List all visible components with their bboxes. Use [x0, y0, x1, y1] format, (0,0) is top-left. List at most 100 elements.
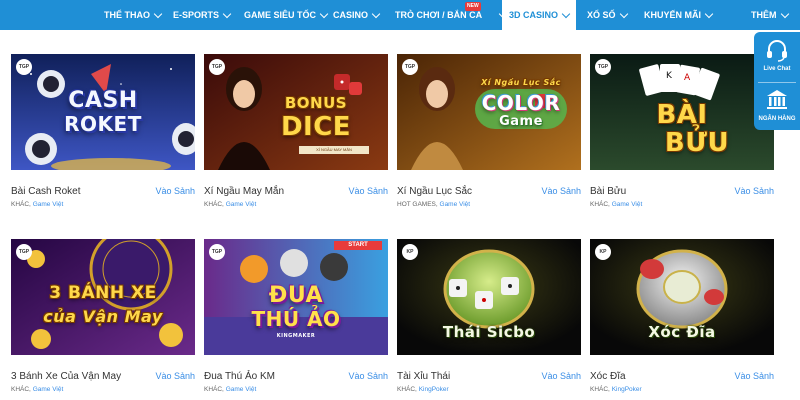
- enter-lobby-link[interactable]: Vào Sảnh: [541, 371, 581, 381]
- game-meta: KHÁC, Game Việt: [11, 201, 63, 208]
- provider-badge: KP: [595, 244, 611, 260]
- main-nav: THỂ THAO E-SPORTS GAME SIÊU TỐC CASINO T…: [0, 0, 800, 30]
- nav-label: THỂ THAO: [104, 10, 150, 20]
- provider-badge: TGP: [595, 59, 611, 75]
- nav-item-them[interactable]: THÊM: [751, 0, 789, 30]
- nav-item-tro-choi-ban-ca[interactable]: TRÒ CHƠI / BẮN CÁ NEW: [395, 0, 508, 30]
- game-meta: KHÁC, Game Việt: [590, 201, 642, 208]
- live-chat-label: Live Chat: [763, 66, 791, 72]
- art-title: BONUS: [284, 94, 348, 112]
- game-meta: KHÁC, Game Việt: [204, 386, 256, 393]
- game-meta: HOT GAMES, Game Việt: [397, 201, 470, 208]
- game-category: KHÁC,: [590, 201, 610, 208]
- game-thumbnail[interactable]: KP Xóc Đĩa: [590, 239, 774, 355]
- chevron-down-icon: [153, 9, 163, 18]
- art-subtitle: Xí Ngầu Lục Sắc: [481, 78, 561, 87]
- nav-label: GAME SIÊU TỐC: [244, 10, 317, 20]
- game-name: 3 Bánh Xe Của Vận May: [11, 371, 122, 382]
- art-title: ROKET: [64, 112, 142, 136]
- game-category: KHÁC,: [590, 386, 610, 393]
- art-title: THÚ ẢO: [251, 307, 341, 331]
- chevron-down-icon: [222, 9, 232, 18]
- game-card-dua-thu-ao: TGP START ĐUA THÚ ẢO KINGMAKER Đua Thú Ả…: [204, 239, 388, 399]
- art-title: DICE: [280, 112, 352, 142]
- chevron-down-icon: [704, 9, 714, 18]
- game-thumbnail[interactable]: KP Thái Sicbo: [397, 239, 581, 355]
- nav-item-game-sieu-toc[interactable]: GAME SIÊU TỐC: [244, 0, 329, 30]
- nav-item-3d-casino[interactable]: 3D CASINO: [502, 0, 576, 30]
- provider-badge: TGP: [402, 59, 418, 75]
- game-name: Xóc Đĩa: [590, 371, 626, 382]
- provider-link[interactable]: Game Việt: [33, 386, 64, 393]
- game-card-color-game: TGP Xí Ngầu Lục Sắc COLOR Game Xí Ngầu L…: [397, 54, 581, 214]
- nav-label: 3D CASINO: [508, 10, 558, 20]
- game-thumbnail[interactable]: TGP BONUS DICE XÍ NGẦU MAY MẮN: [204, 54, 388, 170]
- game-thumbnail[interactable]: TGP Xí Ngầu Lục Sắc COLOR Game: [397, 54, 581, 170]
- provider-link[interactable]: Game Việt: [33, 201, 64, 208]
- game-name: Xí Ngầu Lục Sắc: [397, 186, 473, 197]
- enter-lobby-link[interactable]: Vào Sảnh: [155, 371, 195, 381]
- art-title: Xóc Đĩa: [648, 323, 716, 341]
- art-title: COLOR: [481, 91, 561, 115]
- game-name: Bài Cash Roket: [11, 186, 81, 197]
- game-card-cash-roket: TGP CASH ROKET Bài Cash Roket Vào Sảnh K…: [11, 54, 195, 214]
- art-title: 3 BÁNH XE: [49, 283, 157, 303]
- game-category: KHÁC,: [204, 386, 224, 393]
- game-name: Bài Bửu: [590, 186, 627, 197]
- art-subtitle: XÍ NGẦU MAY MẮN: [299, 146, 369, 154]
- provider-link[interactable]: KingPoker: [612, 386, 642, 393]
- provider-badge: KP: [402, 244, 418, 260]
- art-title: Thái Sicbo: [442, 323, 536, 341]
- nav-label: E-SPORTS: [173, 10, 220, 20]
- art-start-banner: START: [334, 241, 382, 250]
- game-category: HOT GAMES,: [397, 201, 438, 208]
- nav-item-khuyen-mai[interactable]: KHUYẾN MÃI: [644, 0, 714, 30]
- game-thumbnail[interactable]: K A TGP BÀI BỬU: [590, 54, 774, 170]
- chevron-down-icon: [561, 9, 571, 18]
- game-thumbnail[interactable]: TGP START ĐUA THÚ ẢO KINGMAKER: [204, 239, 388, 355]
- enter-lobby-link[interactable]: Vào Sảnh: [348, 371, 388, 381]
- nav-label: XỔ SỐ: [587, 10, 616, 20]
- nav-item-the-thao[interactable]: THỂ THAO: [104, 0, 163, 30]
- nav-item-xo-so[interactable]: XỔ SỐ: [587, 0, 628, 30]
- game-thumbnail[interactable]: TGP 3 BÁNH XE của Vận May: [11, 239, 195, 355]
- game-category: KHÁC,: [397, 386, 417, 393]
- game-thumbnail[interactable]: TGP CASH ROKET: [11, 54, 195, 170]
- provider-link[interactable]: Game Việt: [226, 201, 257, 208]
- new-badge: NEW: [465, 2, 481, 11]
- game-name: Xí Ngầu May Mắn: [204, 186, 285, 197]
- game-card-bonus-dice: TGP BONUS DICE XÍ NGẦU MAY MẮN Xí Ngầu M…: [204, 54, 388, 214]
- nav-item-casino[interactable]: CASINO: [333, 0, 381, 30]
- provider-badge: TGP: [16, 59, 32, 75]
- art-title: Game: [499, 114, 543, 129]
- enter-lobby-link[interactable]: Vào Sảnh: [541, 186, 581, 196]
- provider-link[interactable]: Game Việt: [612, 201, 643, 208]
- nav-item-esports[interactable]: E-SPORTS: [173, 0, 232, 30]
- game-card-bai-buu: K A TGP BÀI BỬU Bài Bửu Vào Sảnh KHÁC, G…: [590, 54, 774, 214]
- svg-text:A: A: [684, 73, 691, 83]
- provider-badge: TGP: [209, 59, 225, 75]
- art-subtitle: KINGMAKER: [276, 333, 316, 339]
- game-card-3-banh-xe: TGP 3 BÁNH XE của Vận May 3 Bánh Xe Của …: [11, 239, 195, 399]
- enter-lobby-link[interactable]: Vào Sảnh: [734, 186, 774, 196]
- provider-link[interactable]: Game Việt: [226, 386, 257, 393]
- chevron-down-icon: [319, 9, 329, 18]
- game-meta: KHÁC, KingPoker: [590, 386, 642, 393]
- provider-link[interactable]: Game Việt: [440, 201, 471, 208]
- game-category: KHÁC,: [204, 201, 224, 208]
- nav-label: CASINO: [333, 10, 369, 20]
- live-chat-button[interactable]: Live Chat: [754, 32, 800, 80]
- art-title: BÀI: [656, 100, 708, 130]
- provider-link[interactable]: KingPoker: [419, 386, 449, 393]
- provider-badge: TGP: [16, 244, 32, 260]
- headset-icon: [767, 40, 787, 62]
- provider-badge: TGP: [209, 244, 225, 260]
- enter-lobby-link[interactable]: Vào Sảnh: [155, 186, 195, 196]
- art-title: của Vận May: [43, 307, 163, 326]
- enter-lobby-link[interactable]: Vào Sảnh: [348, 186, 388, 196]
- game-category: KHÁC,: [11, 386, 31, 393]
- art-title: ĐUA: [268, 283, 324, 308]
- enter-lobby-link[interactable]: Vào Sảnh: [734, 371, 774, 381]
- game-meta: KHÁC, KingPoker: [397, 386, 449, 393]
- chevron-down-icon: [619, 9, 628, 18]
